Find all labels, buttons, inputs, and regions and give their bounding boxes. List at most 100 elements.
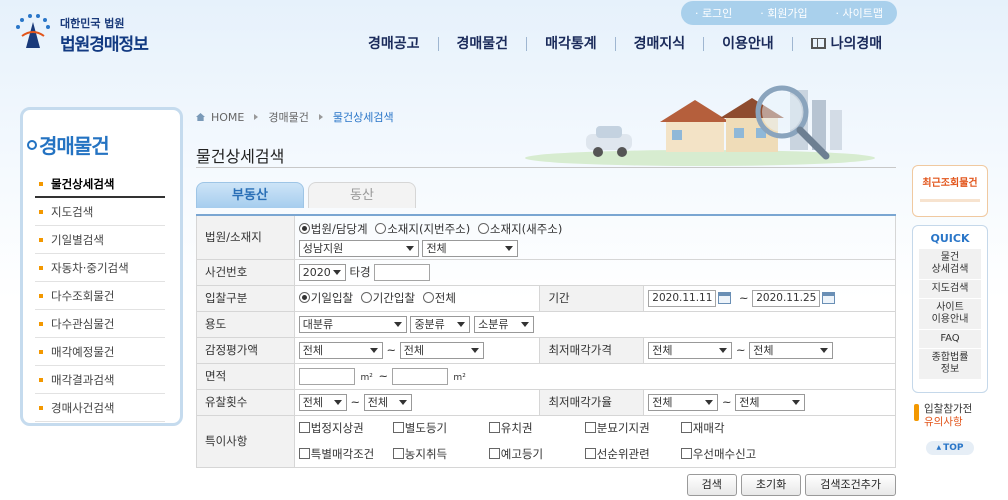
date-to-input[interactable]: 2020.11.25: [752, 289, 821, 307]
special-item[interactable]: 별도등기: [392, 420, 489, 436]
sidebar-item-upcoming-sale[interactable]: 매각예정물건: [35, 338, 165, 366]
utility-links: 로그인 회원가입 사이트맵: [681, 1, 897, 25]
checkbox[interactable]: [584, 448, 596, 459]
lot-address-radio-label: 소재지(지번주소): [387, 221, 471, 236]
sidebar-item-sale-result[interactable]: 매각결과검색: [35, 366, 165, 394]
court-select[interactable]: 성남지원: [298, 239, 419, 257]
case-number-label: 사건번호: [196, 258, 295, 286]
nav-auction-knowledge[interactable]: 경매지식: [614, 37, 704, 51]
calendar-icon[interactable]: [822, 292, 836, 304]
quick-item-faq[interactable]: FAQ: [919, 330, 981, 349]
court-logo[interactable]: 대한민국 법원 법원경매정보: [14, 12, 164, 56]
breadcrumb-home[interactable]: HOME: [211, 111, 244, 124]
usage-middle-select[interactable]: 중분류: [410, 315, 471, 333]
quick-item-site-guide[interactable]: 사이트 이용안내: [919, 299, 981, 330]
checkbox[interactable]: [392, 448, 404, 459]
area-unit: m²: [360, 372, 373, 383]
recent-items-title: 최근조회물건: [922, 178, 978, 189]
special-item[interactable]: 선순위관련: [584, 446, 681, 462]
usage-label: 용도: [196, 310, 295, 338]
lot-address-radio[interactable]: [375, 222, 387, 234]
sidebar-title-text: 경매물건: [39, 134, 110, 158]
tab-movable-property[interactable]: 동산: [308, 182, 416, 208]
date-bid-radio[interactable]: [298, 292, 310, 303]
special-item-label: 법정지상권: [310, 421, 364, 435]
special-item-label: 선순위관련: [596, 447, 650, 461]
sitemap-link[interactable]: 사이트맵: [836, 5, 883, 21]
special-item[interactable]: 재매각: [680, 420, 771, 436]
court-radio[interactable]: [298, 222, 310, 234]
case-number-input[interactable]: [374, 263, 431, 281]
sidebar-item-case-search[interactable]: 경매사건검색: [35, 394, 165, 422]
min-rate-to-select[interactable]: 전체: [735, 393, 806, 411]
min-rate-from-select[interactable]: 전체: [648, 393, 719, 411]
all-bid-radio[interactable]: [422, 292, 434, 303]
quick-item-legal-info[interactable]: 종합법률 정보: [919, 349, 981, 380]
checkbox[interactable]: [680, 448, 692, 459]
usage-minor-select[interactable]: 소분류: [474, 315, 535, 333]
tilde: ~: [378, 368, 389, 383]
signup-link[interactable]: 회원가입: [760, 5, 807, 21]
special-item[interactable]: 농지취득: [392, 446, 489, 462]
main-nav: 경매공고 경매물건 매각통계 경매지식 이용안내 나의경매: [360, 34, 900, 54]
nav-my-auction[interactable]: 나의경매: [791, 37, 901, 51]
court-label: 법원/소재지: [196, 214, 295, 260]
add-condition-button[interactable]: 검색조건추가: [805, 474, 896, 496]
checkbox[interactable]: [488, 422, 500, 433]
logo-title: 법원경매정보: [60, 35, 149, 55]
checkbox[interactable]: [680, 422, 692, 433]
top-button[interactable]: TOP: [926, 441, 974, 455]
min-price-to-select[interactable]: 전체: [749, 341, 834, 359]
quick-item-map-search[interactable]: 지도검색: [919, 280, 981, 299]
login-link[interactable]: 로그인: [695, 5, 732, 21]
sidebar-item-vehicle-search[interactable]: 자동차·중기검색: [35, 254, 165, 282]
nav-auction-items[interactable]: 경매물건: [437, 37, 527, 51]
min-price-from-select[interactable]: 전체: [648, 341, 733, 359]
special-item[interactable]: 분묘기지권: [584, 420, 681, 436]
appraisal-to-select[interactable]: 전체: [399, 341, 484, 359]
special-item[interactable]: 예고등기: [488, 446, 585, 462]
fail-from-select[interactable]: 전체: [298, 393, 347, 411]
calendar-icon[interactable]: [718, 292, 732, 304]
sidebar-item-most-interested[interactable]: 다수관심물건: [35, 310, 165, 338]
checkbox[interactable]: [488, 448, 500, 459]
tilde: ~: [350, 394, 361, 409]
tilde: ~: [386, 342, 397, 357]
quick-item-detail-search[interactable]: 물건 상세검색: [919, 249, 981, 280]
sidebar-item-date-search[interactable]: 기일별검색: [35, 226, 165, 254]
chevron-right-icon: [254, 114, 259, 120]
special-item[interactable]: 법정지상권: [298, 420, 393, 436]
sidebar-item-most-viewed[interactable]: 다수조회물건: [35, 282, 165, 310]
fail-to-select[interactable]: 전체: [363, 393, 412, 411]
date-from-input[interactable]: 2020.11.11: [648, 289, 717, 307]
sidebar-item-map-search[interactable]: 지도검색: [35, 198, 165, 226]
area-to-input[interactable]: [391, 367, 448, 385]
special-item[interactable]: 유치권: [488, 420, 585, 436]
special-label: 특이사항: [196, 414, 295, 468]
checkbox[interactable]: [584, 422, 596, 433]
nav-sale-stats[interactable]: 매각통계: [526, 37, 615, 51]
bid-caution-link[interactable]: 입찰참가전 유의사항: [914, 403, 990, 429]
reset-button[interactable]: 초기화: [740, 474, 802, 496]
recent-items-box[interactable]: 최근조회물건: [912, 165, 988, 217]
checkbox[interactable]: [298, 422, 310, 433]
nav-usage-guide[interactable]: 이용안내: [703, 37, 792, 51]
min-price-label: 최저매각가격: [539, 336, 645, 364]
period-bid-radio[interactable]: [360, 292, 372, 303]
area-from-input[interactable]: [298, 367, 355, 385]
special-item[interactable]: 특별매각조건: [298, 446, 393, 462]
case-year-select[interactable]: 2020: [298, 263, 346, 281]
checkbox[interactable]: [298, 448, 310, 459]
sidebar-item-detail-search[interactable]: 물건상세검색: [35, 170, 165, 198]
tilde: ~: [738, 290, 749, 305]
usage-major-select[interactable]: 대분류: [298, 315, 407, 333]
breadcrumb-section[interactable]: 경매물건: [268, 109, 308, 125]
search-button[interactable]: 검색: [686, 474, 737, 496]
checkbox[interactable]: [392, 422, 404, 433]
tab-real-estate[interactable]: 부동산: [196, 182, 304, 208]
appraisal-from-select[interactable]: 전체: [298, 341, 383, 359]
department-select[interactable]: 전체: [422, 239, 519, 257]
nav-auction-notice[interactable]: 경매공고: [360, 37, 438, 51]
road-address-radio[interactable]: [477, 222, 489, 234]
special-item[interactable]: 우선매수신고: [680, 446, 771, 462]
